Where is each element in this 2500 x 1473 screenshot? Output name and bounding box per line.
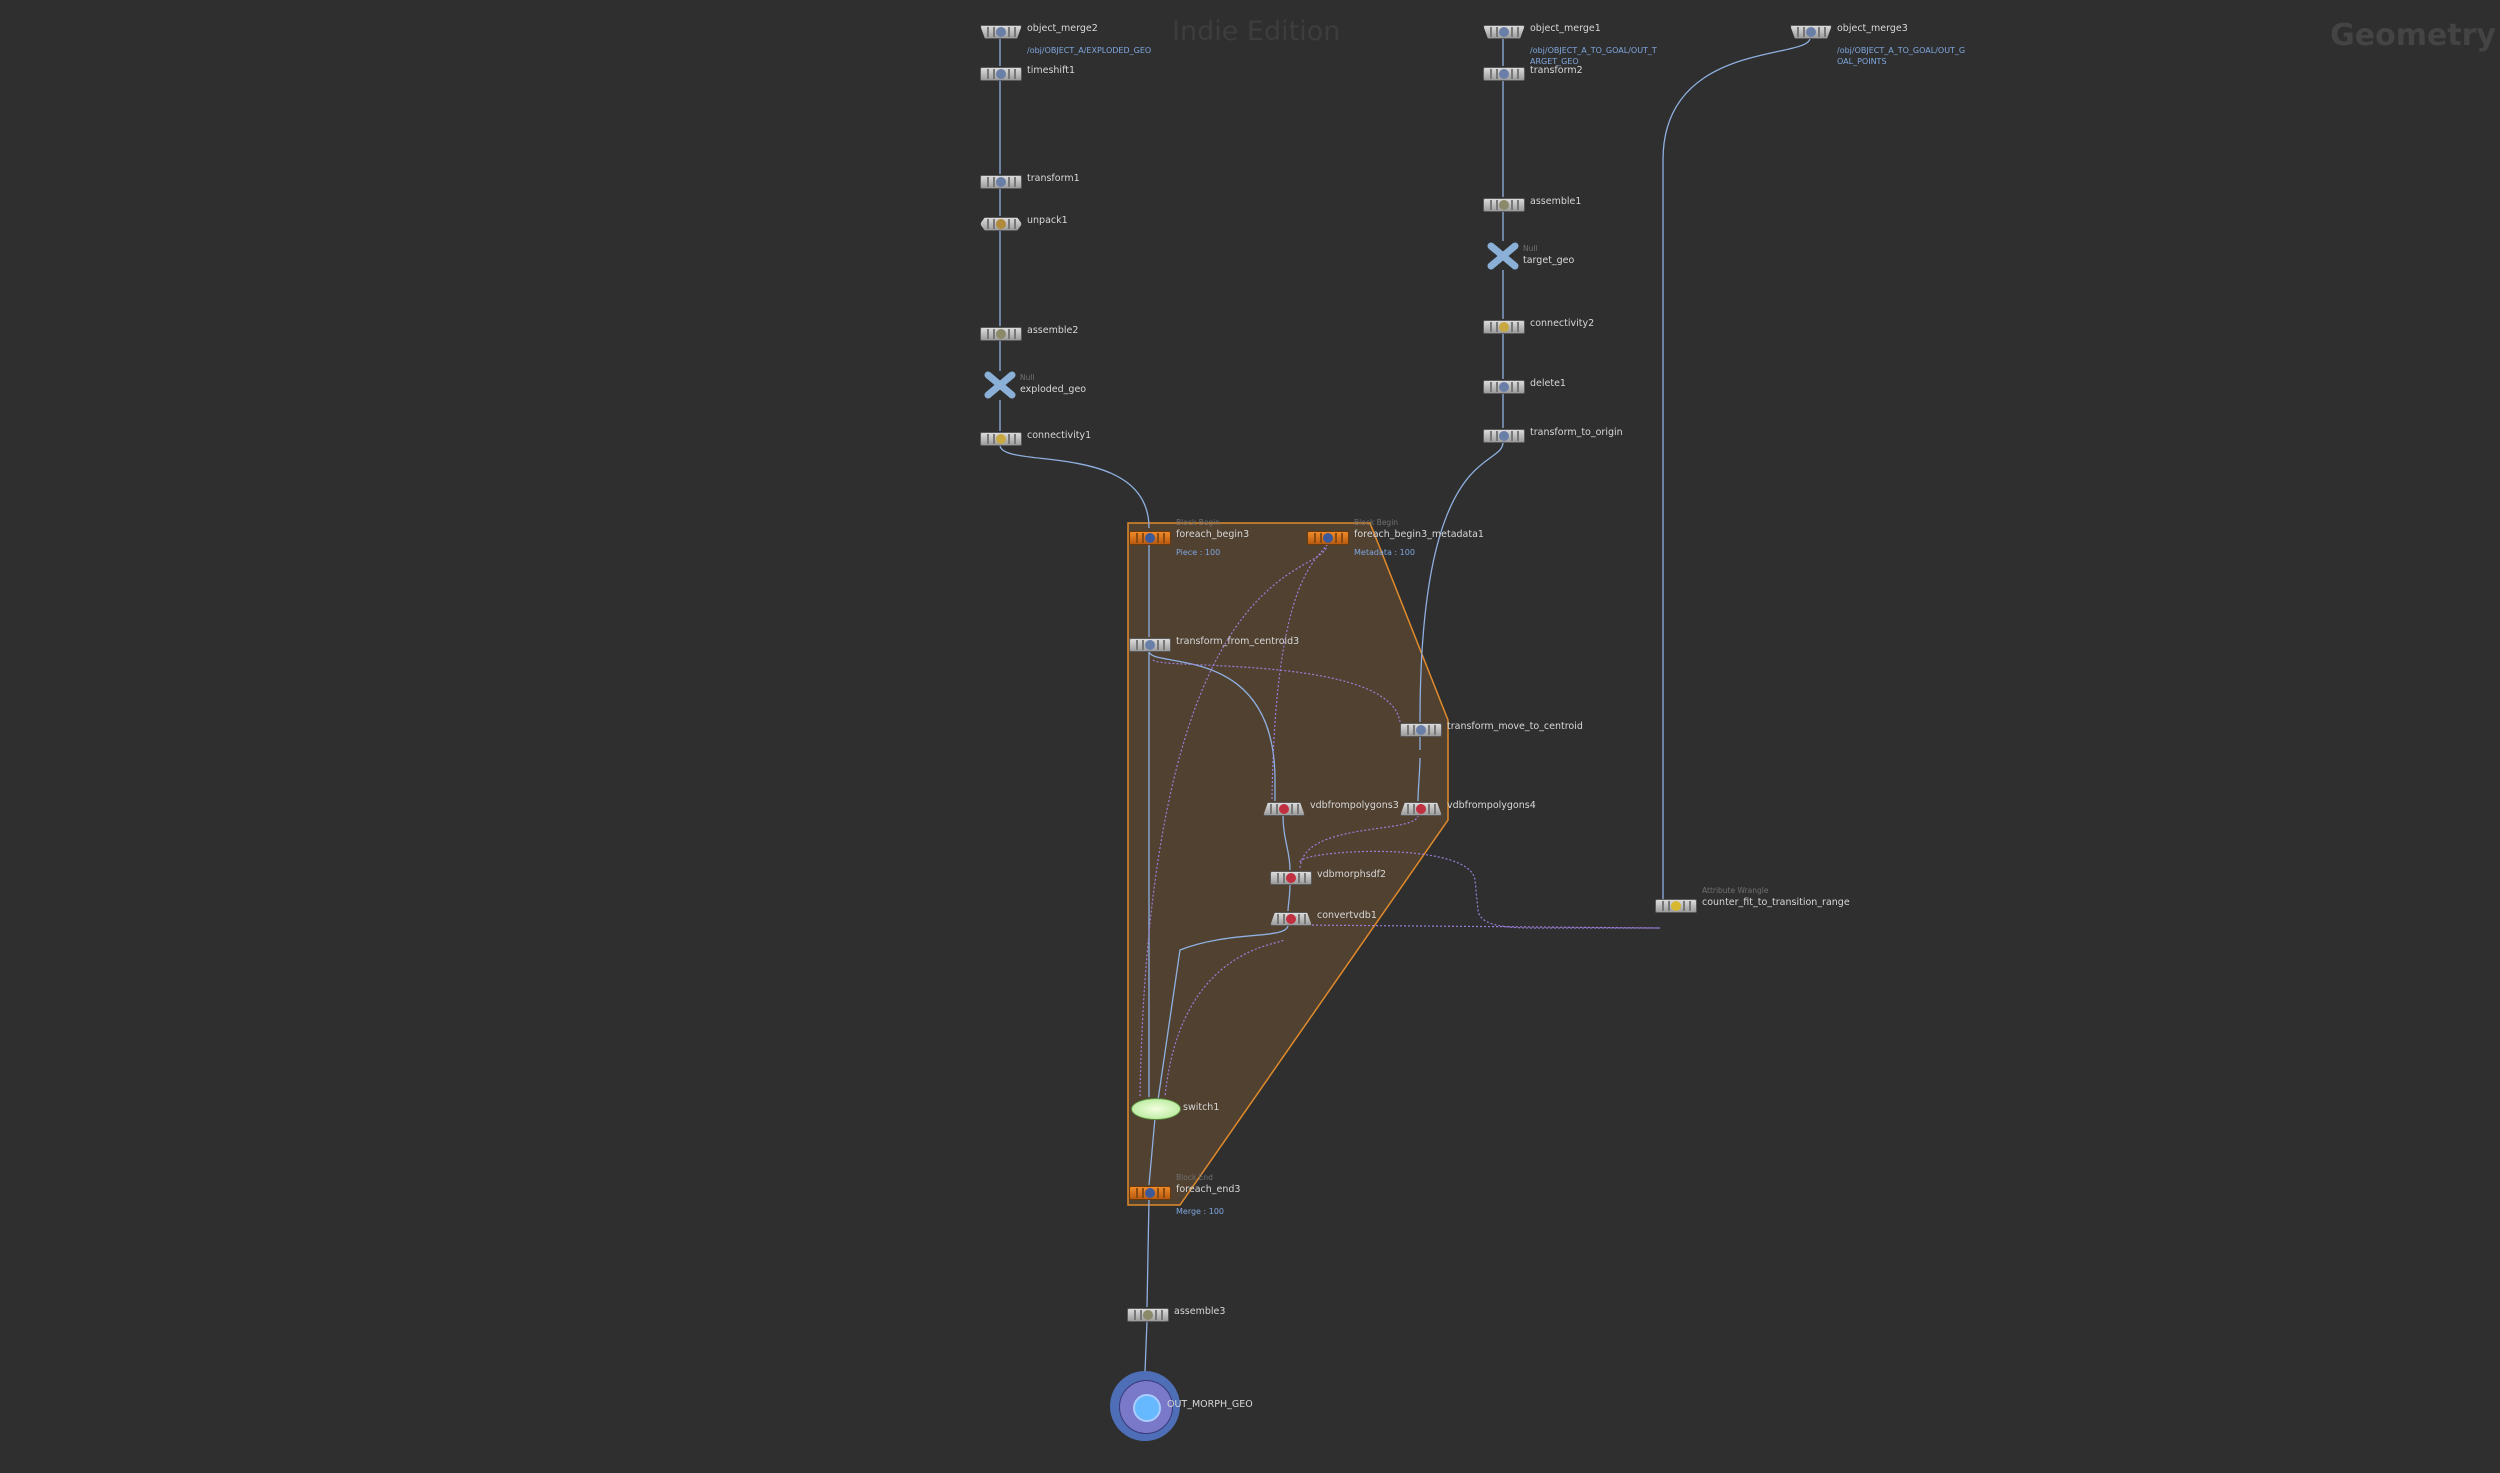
node-name: counter_fit_to_transition_range	[1702, 897, 1850, 908]
node-object-path: /obj/OBJECT_A/EXPLODED_GEO	[1027, 46, 1152, 55]
assemble-icon	[1127, 1308, 1169, 1322]
null-cross-icon	[984, 371, 1016, 399]
object-merge-icon	[980, 25, 1022, 39]
node-name: foreach_end3	[1176, 1184, 1241, 1195]
block-end-icon	[1129, 1186, 1171, 1200]
transform-icon	[980, 175, 1022, 189]
node-name: assemble3	[1174, 1306, 1226, 1317]
vdb-icon	[1263, 802, 1305, 816]
vdb-icon	[1270, 912, 1312, 926]
node-name: assemble1	[1530, 196, 1582, 207]
node-name: transform2	[1530, 65, 1583, 76]
unpack-icon	[980, 217, 1022, 231]
object-merge-icon	[1483, 25, 1525, 39]
node-name: transform_move_to_centroid	[1447, 721, 1583, 732]
node-name: object_merge2	[1027, 23, 1098, 34]
node-name: assemble2	[1027, 325, 1079, 336]
node-object-path: /obj/OBJECT_A_TO_GOAL/OUT_T ARGET_GEO	[1530, 46, 1657, 66]
vdb-icon	[1270, 871, 1312, 885]
node-name: object_merge3	[1837, 23, 1908, 34]
node-name: foreach_begin3	[1176, 529, 1250, 540]
node-name: delete1	[1530, 378, 1566, 389]
transform-icon	[1483, 429, 1525, 443]
null-cross-icon	[1487, 242, 1519, 270]
node-type: Null	[1523, 244, 1538, 253]
connectivity-icon	[980, 432, 1022, 446]
node-name: exploded_geo	[1020, 384, 1087, 395]
timeshift-icon	[980, 67, 1022, 81]
connectivity-icon	[1483, 320, 1525, 334]
node-name: transform_to_origin	[1530, 427, 1623, 438]
switch-icon	[1131, 1098, 1181, 1120]
node-name: OUT_MORPH_GEO	[1167, 1399, 1253, 1410]
network-wires	[999, 37, 1811, 1373]
node-name: convertvdb1	[1317, 910, 1377, 921]
wrangle-icon	[1655, 899, 1697, 913]
transform-icon	[1483, 67, 1525, 81]
node-info: Metadata : 100	[1354, 548, 1415, 557]
delete-icon	[1483, 380, 1525, 394]
node-name: vdbfrompolygons4	[1447, 800, 1536, 811]
node-type: Attribute Wrangle	[1702, 886, 1769, 895]
block-begin-icon	[1129, 531, 1171, 545]
node-type: Block Begin	[1354, 518, 1399, 527]
node-name: vdbfrompolygons3	[1310, 800, 1399, 811]
node-name: vdbmorphsdf2	[1317, 869, 1387, 880]
node-type: Block End	[1176, 1173, 1213, 1182]
transform-icon	[1400, 723, 1442, 737]
block-begin-icon	[1307, 531, 1349, 545]
node-type: Null	[1020, 373, 1035, 382]
transform-icon	[1129, 638, 1171, 652]
vdb-icon	[1400, 802, 1442, 816]
node-name: foreach_begin3_metadata1	[1354, 529, 1484, 540]
node-name: timeshift1	[1027, 65, 1076, 76]
node-type: Block Begin	[1176, 518, 1221, 527]
node-name: transform_from_centroid3	[1176, 636, 1300, 647]
assemble-icon	[1483, 198, 1525, 212]
node-object-path: /obj/OBJECT_A_TO_GOAL/OUT_G OAL_POINTS	[1837, 46, 1966, 66]
node-name: unpack1	[1027, 215, 1068, 226]
node-name: connectivity1	[1027, 430, 1092, 441]
node-info: Piece : 100	[1176, 548, 1221, 557]
object-merge-icon	[1790, 25, 1832, 39]
node-name: object_merge1	[1530, 23, 1601, 34]
node-name: connectivity2	[1530, 318, 1595, 329]
node-info: Merge : 100	[1176, 1207, 1225, 1216]
assemble-icon	[980, 327, 1022, 341]
node-name: target_geo	[1523, 255, 1575, 266]
node-name: transform1	[1027, 173, 1080, 184]
node-name: switch1	[1183, 1102, 1220, 1113]
output-node-icon	[1133, 1394, 1161, 1422]
